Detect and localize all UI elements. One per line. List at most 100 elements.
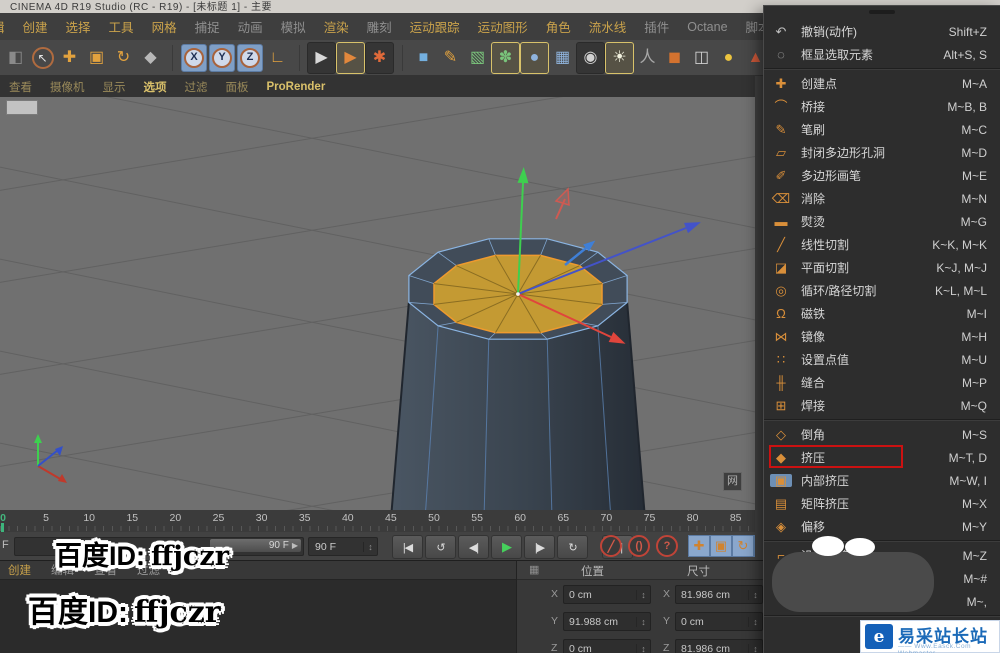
spinner-icon[interactable]: ↕ xyxy=(636,590,650,600)
lock-y-axis[interactable]: Y xyxy=(209,44,235,72)
autokey-button[interactable]: () xyxy=(628,535,650,557)
menubar-item-11[interactable]: 运动图形 xyxy=(469,17,537,36)
spinner-icon[interactable]: ↕ xyxy=(748,590,762,600)
menu-drag-handle[interactable] xyxy=(869,10,895,14)
play-backwards-button[interactable]: ↺ xyxy=(425,535,456,559)
spinner-icon[interactable]: ↕ xyxy=(748,617,762,627)
last-used-tool[interactable]: ◆ xyxy=(137,43,164,73)
spinner-icon[interactable]: ↕ xyxy=(636,644,650,653)
viewport-menu-item-4[interactable]: 过滤 xyxy=(176,79,217,95)
undo-partial-icon[interactable]: ◧ xyxy=(2,43,29,73)
size-X-field[interactable]: 81.986 cm↕ xyxy=(675,585,763,604)
menubar-item-15[interactable]: Octane xyxy=(678,20,736,34)
lock-z-axis[interactable]: Z xyxy=(237,44,263,72)
lock-x-axis[interactable]: X xyxy=(181,44,207,72)
current-frame-field[interactable]: 90 F ↕ xyxy=(308,537,378,556)
menubar-item-7[interactable]: 模拟 xyxy=(272,17,315,36)
menu-item-plane-cut[interactable]: ◪平面切割K~J, M~J xyxy=(764,256,1000,279)
goto-start-button[interactable]: |◀ xyxy=(392,535,423,559)
light-object[interactable]: ☀ xyxy=(605,42,634,74)
subdivision-surface-generator[interactable]: ▧ xyxy=(464,43,491,73)
menu-item-create-point[interactable]: ✚创建点M~A xyxy=(764,72,1000,95)
menubar-item-0[interactable]: 辑 xyxy=(0,17,14,36)
record-scale-toggle[interactable]: ▣ xyxy=(710,535,732,557)
metaball-generator[interactable]: ● xyxy=(520,42,549,74)
position-Y-field[interactable]: 91.988 cm↕ xyxy=(563,612,651,631)
viewport-menu-item-1[interactable]: 摄像机 xyxy=(41,79,94,95)
play-loop-button[interactable]: ↻ xyxy=(557,535,588,559)
menu-item-iron[interactable]: ▬熨烫M~G xyxy=(764,210,1000,233)
menubar-item-8[interactable]: 渲染 xyxy=(315,17,358,36)
menu-item-stitch-sew[interactable]: ╫缝合M~P xyxy=(764,371,1000,394)
scale-tool[interactable]: ▣ xyxy=(83,43,110,73)
position-Z-field[interactable]: 0 cm↕ xyxy=(563,639,651,653)
menu-item-dissolve[interactable]: ⌫消除M~N xyxy=(764,187,1000,210)
menu-item-weld[interactable]: ⊞焊接M~Q xyxy=(764,394,1000,417)
menubar-item-14[interactable]: 插件 xyxy=(635,17,678,36)
coordinate-system-toggle[interactable]: ∟ xyxy=(264,43,291,73)
material-bucket[interactable]: ◼ xyxy=(661,43,688,73)
menu-item-undo[interactable]: ↶撤销(动作)Shift+Z xyxy=(764,20,1000,43)
play-button[interactable]: ▶ xyxy=(491,535,522,559)
rotate-tool[interactable]: ↻ xyxy=(110,43,137,73)
timeline-ruler[interactable]: 0510152025303540455055606570758085 xyxy=(0,510,755,533)
menubar-item-2[interactable]: 选择 xyxy=(57,17,100,36)
viewport-menu-item-6[interactable]: ProRender xyxy=(258,81,335,93)
viewport-menu-item-3[interactable]: 选项 xyxy=(135,79,176,95)
viewport-3d[interactable]: 网 xyxy=(0,97,755,510)
menubar-item-10[interactable]: 运动跟踪 xyxy=(401,17,469,36)
spinner-icon[interactable]: ↕ xyxy=(748,644,762,653)
menu-item-set-point-value[interactable]: ∷设置点值M~U xyxy=(764,348,1000,371)
viewport-menu-item-5[interactable]: 面板 xyxy=(217,79,258,95)
menubar-item-12[interactable]: 角色 xyxy=(537,17,580,36)
size-Z-field[interactable]: 81.986 cm↕ xyxy=(675,639,763,653)
live-selection-tool[interactable]: ↖ xyxy=(29,43,56,73)
record-position-toggle[interactable]: ✚ xyxy=(688,535,710,557)
camera-object[interactable]: ◉ xyxy=(576,42,605,74)
snap-xyz-ball[interactable]: ● xyxy=(715,43,742,73)
spline-pen-tool[interactable]: ✎ xyxy=(437,43,464,73)
layout-switch[interactable]: ◫ xyxy=(688,43,715,73)
menu-item-magnet[interactable]: Ω磁铁M~I xyxy=(764,302,1000,325)
menubar-item-13[interactable]: 流水线 xyxy=(580,17,636,36)
menu-item-polygon-pen[interactable]: ✐多边形画笔M~E xyxy=(764,164,1000,187)
character-object[interactable]: 人 xyxy=(634,43,661,73)
menu-item-extrude[interactable]: ◆挤压M~T, D xyxy=(764,446,1000,469)
plane-grid-object[interactable]: ▦ xyxy=(549,43,576,73)
viewport-canvas[interactable] xyxy=(0,97,755,510)
mograph-cloner[interactable]: ✽ xyxy=(491,42,520,74)
menu-item-matrix-extrude[interactable]: ▤矩阵挤压M~X xyxy=(764,492,1000,515)
position-X-field[interactable]: 0 cm↕ xyxy=(563,585,651,604)
menu-item-smooth-shift[interactable]: ◈偏移M~Y xyxy=(764,515,1000,538)
menu-item-close-polygon-hole[interactable]: ▱封闭多边形孔洞M~D xyxy=(764,141,1000,164)
next-frame-button[interactable]: |▶ xyxy=(524,535,555,559)
move-tool[interactable]: ✚ xyxy=(56,43,83,73)
menubar-item-9[interactable]: 雕刻 xyxy=(358,17,401,36)
menubar-item-6[interactable]: 动画 xyxy=(229,17,272,36)
record-rotation-toggle[interactable]: ↻ xyxy=(732,535,754,557)
menubar-item-3[interactable]: 工具 xyxy=(100,17,143,36)
current-frame-marker[interactable] xyxy=(1,523,4,532)
viewport-menu-item-2[interactable]: 显示 xyxy=(94,79,135,95)
menu-item-mirror[interactable]: ⋈镜像M~H xyxy=(764,325,1000,348)
render-view-button[interactable]: ▶ xyxy=(307,42,336,74)
viewport-menu-item-0[interactable]: 查看 xyxy=(0,79,41,95)
menu-item-loop-path-cut[interactable]: ◎循环/路径切割K~L, M~L xyxy=(764,279,1000,302)
record-parameter-toggle[interactable]: ◆ xyxy=(754,535,755,557)
menu-item-bevel[interactable]: ◇倒角M~S xyxy=(764,423,1000,446)
material-tab-0[interactable]: 创建 xyxy=(8,562,31,578)
menubar-item-5[interactable]: 捕捉 xyxy=(186,17,229,36)
previous-frame-button[interactable]: ◀| xyxy=(458,535,489,559)
add-primitive-cube[interactable]: ■ xyxy=(410,43,437,73)
menu-item-frame-selection[interactable]: ◌框显选取元素Alt+S, S xyxy=(764,43,1000,66)
record-keyframe-button[interactable]: ╱ xyxy=(600,535,622,557)
menu-item-line-cut[interactable]: ╱线性切割K~K, M~K xyxy=(764,233,1000,256)
menu-item-extrude-inner[interactable]: ▣内部挤压M~W, I xyxy=(764,469,1000,492)
render-settings-button[interactable]: ✱ xyxy=(365,42,394,74)
menu-item-brush[interactable]: ✎笔刷M~C xyxy=(764,118,1000,141)
render-active-button[interactable]: ▶ xyxy=(336,42,365,74)
menubar-item-4[interactable]: 网格 xyxy=(143,17,186,36)
menubar-item-1[interactable]: 创建 xyxy=(14,17,57,36)
menu-item-bridge[interactable]: ⌒桥接M~B, B xyxy=(764,95,1000,118)
spinner-icon[interactable]: ↕ xyxy=(636,617,650,627)
